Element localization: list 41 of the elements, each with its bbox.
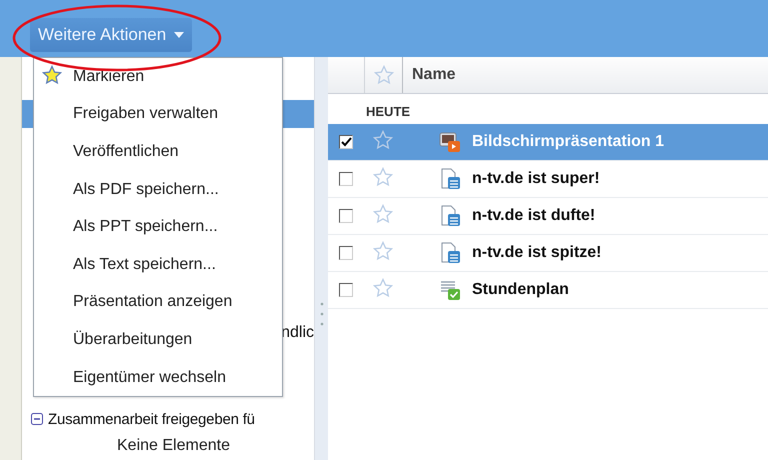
file-row[interactable]: Stundenplan [328,272,768,309]
file-row[interactable]: n-tv.de ist dufte! [328,198,768,235]
menu-item[interactable]: Eigentümer wechseln [34,358,282,396]
star-icon[interactable] [374,65,394,85]
file-name[interactable]: n-tv.de ist dufte! [472,207,596,225]
column-header[interactable]: Name [403,57,456,93]
star-icon[interactable] [373,204,393,224]
empty-note: Keine Elemente [116,437,231,455]
file-name[interactable]: Stundenplan [472,281,569,299]
splitter-grip[interactable] [320,301,324,327]
star-icon[interactable] [373,240,393,260]
document-icon [439,205,461,227]
document-icon [439,242,461,264]
checkbox[interactable] [339,172,353,186]
document-icon [439,168,461,190]
menu-item[interactable]: Als PDF speichern... [34,170,282,208]
star-icon[interactable] [373,166,393,186]
group-label: HEUTE [365,103,412,121]
menu-item[interactable]: Präsentation anzeigen [34,284,282,322]
menu-item[interactable]: Veröffentlichen [34,133,282,171]
star-icon[interactable] [373,278,393,298]
file-name[interactable]: n-tv.de ist super! [472,170,600,188]
caret-icon [174,32,184,38]
file-row[interactable]: n-tv.de ist super! [328,161,768,198]
file-row[interactable]: n-tv.de ist spitze! [328,235,768,272]
menu-item[interactable]: Überarbeitungen [34,321,282,359]
checkbox[interactable] [339,135,353,149]
checkbox[interactable] [339,283,353,297]
section-title: Zusammenarbeit freigegeben fü [48,410,255,428]
spreadsheet-icon [439,279,461,301]
checkbox[interactable] [339,246,353,260]
menu-item[interactable]: Markieren [34,58,282,96]
file-name[interactable]: n-tv.de ist spitze! [472,244,602,262]
star-icon[interactable] [373,130,393,150]
menu-item[interactable]: Freigaben verwalten [34,96,282,134]
checkbox[interactable] [339,209,353,223]
menu-item[interactable]: Als PPT speichern... [34,208,282,246]
star-icon[interactable] [42,65,62,85]
menu-item[interactable]: Als Text speichern... [34,246,282,284]
presentation-icon [439,131,461,153]
collapse-icon[interactable] [31,413,43,425]
